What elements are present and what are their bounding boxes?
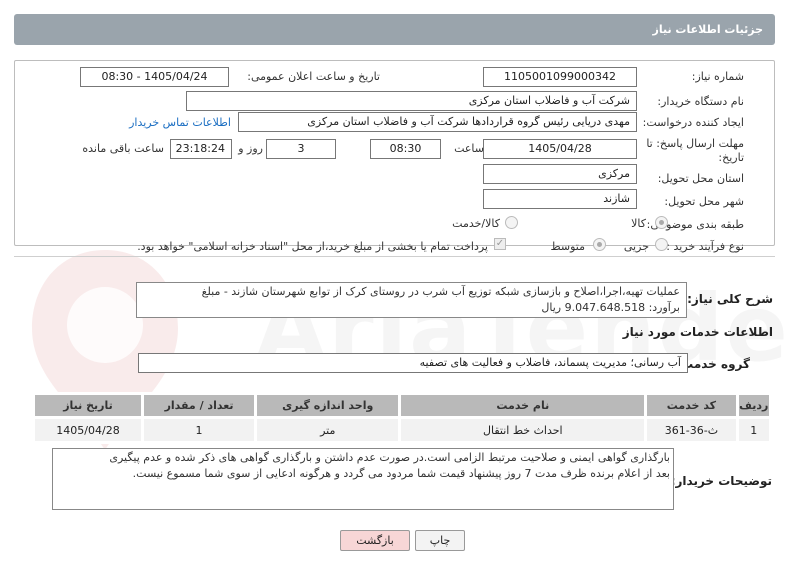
deadline-date-field: 1405/04/28: [483, 139, 637, 159]
summary-line-2: برآورد: 9.047.648.518 ریال: [541, 301, 680, 314]
deadline-time-label: ساعت: [454, 142, 484, 155]
announce-label: تاریخ و ساعت اعلان عمومی:: [247, 70, 380, 83]
deadline-label: مهلت ارسال پاسخ: تا: [646, 137, 744, 150]
treasury-payment-note: پرداخت تمام یا بخشی از مبلغ خرید،از محل …: [137, 240, 488, 253]
city-label: شهر محل تحویل:: [664, 195, 744, 208]
service-group-field: آب رسانی؛ مدیریت پسماند، فاضلاب و فعالیت…: [138, 353, 688, 373]
need-number-label: شماره نیاز:: [691, 70, 744, 83]
col-service-name: نام خدمت: [398, 392, 648, 419]
category-goods-radio[interactable]: [655, 216, 668, 229]
need-number-field: 1105001099000342: [483, 67, 637, 87]
services-section-title: اطلاعات خدمات مورد نیاز: [622, 325, 773, 339]
summary-line-1: عملیات تهیه،اجرا،اصلاح و بازسازی شبکه تو…: [201, 285, 680, 298]
process-medium-label: متوسط: [550, 240, 585, 253]
announce-datetime-field: 1405/04/24 - 08:30: [80, 67, 229, 87]
buyer-notes-label: توضیحات خریدار:: [670, 474, 772, 488]
col-need-date: تاریخ نیاز: [32, 392, 144, 419]
remaining-time-field: 23:18:24: [170, 139, 232, 159]
process-label: نوع فرآیند خرید :: [666, 240, 744, 253]
deadline-label-date: تاریخ:: [718, 151, 744, 164]
summary-label: شرح کلی نیاز:: [687, 292, 773, 306]
province-field: مرکزی: [483, 164, 637, 184]
process-minor-radio[interactable]: [655, 238, 668, 251]
cell-quantity: 1: [140, 416, 258, 444]
divider: [14, 256, 775, 257]
print-button[interactable]: چاپ: [415, 530, 465, 551]
days-remaining-field: 3: [266, 139, 336, 159]
province-label: استان محل تحویل:: [657, 172, 744, 185]
category-goods-label: کالا: [631, 217, 646, 230]
days-label: روز و: [238, 142, 263, 155]
page-title: جزئیات اطلاعات نیاز: [14, 14, 775, 45]
remaining-time-label: ساعت باقی مانده: [82, 142, 164, 155]
cell-need-date: 1405/04/28: [32, 416, 144, 444]
buyer-notes-line-2: بعد از اعلام برنده ظرف مدت 7 روز پیشنهاد…: [132, 467, 670, 480]
table-header-row: ردیف کد خدمت نام خدمت واحد اندازه گیری ت…: [32, 392, 773, 419]
buyer-contact-link[interactable]: اطلاعات تماس خریدار: [129, 116, 231, 129]
creator-label: ایجاد کننده درخواست:: [642, 116, 744, 129]
col-row: ردیف: [735, 392, 773, 419]
buyer-org-label: نام دستگاه خریدار:: [657, 95, 744, 108]
cell-row: 1: [735, 416, 773, 444]
process-medium-radio[interactable]: [593, 238, 606, 251]
back-button[interactable]: بازگشت: [340, 530, 410, 551]
deadline-time-field: 08:30: [370, 139, 441, 159]
buyer-org-field: شرکت آب و فاضلاب استان مرکزی: [186, 91, 637, 111]
col-unit: واحد اندازه گیری: [254, 392, 402, 419]
cell-service-name: احداث خط انتقال: [398, 416, 648, 444]
category-goods-service-radio[interactable]: [505, 216, 518, 229]
buyer-notes-line-1: بارگذاری گواهی ایمنی و صلاحیت مرتبط الزا…: [109, 451, 670, 464]
category-goods-service-label: کالا/خدمت: [452, 217, 500, 230]
process-minor-label: جزیی: [623, 240, 649, 253]
city-field: شازند: [483, 189, 637, 209]
treasury-payment-checkbox[interactable]: ✓: [494, 238, 506, 250]
cell-unit: متر: [254, 416, 402, 444]
cell-service-code: ث-36-361: [644, 416, 739, 444]
creator-field: مهدی دریایی رئیس گروه قراردادها شرکت آب …: [238, 112, 637, 132]
col-service-code: کد خدمت: [644, 392, 739, 419]
services-table: ردیف کد خدمت نام خدمت واحد اندازه گیری ت…: [32, 392, 773, 444]
table-row: 1 ث-36-361 احداث خط انتقال متر 1 1405/04…: [32, 416, 773, 444]
col-quantity: تعداد / مقدار: [140, 392, 258, 419]
